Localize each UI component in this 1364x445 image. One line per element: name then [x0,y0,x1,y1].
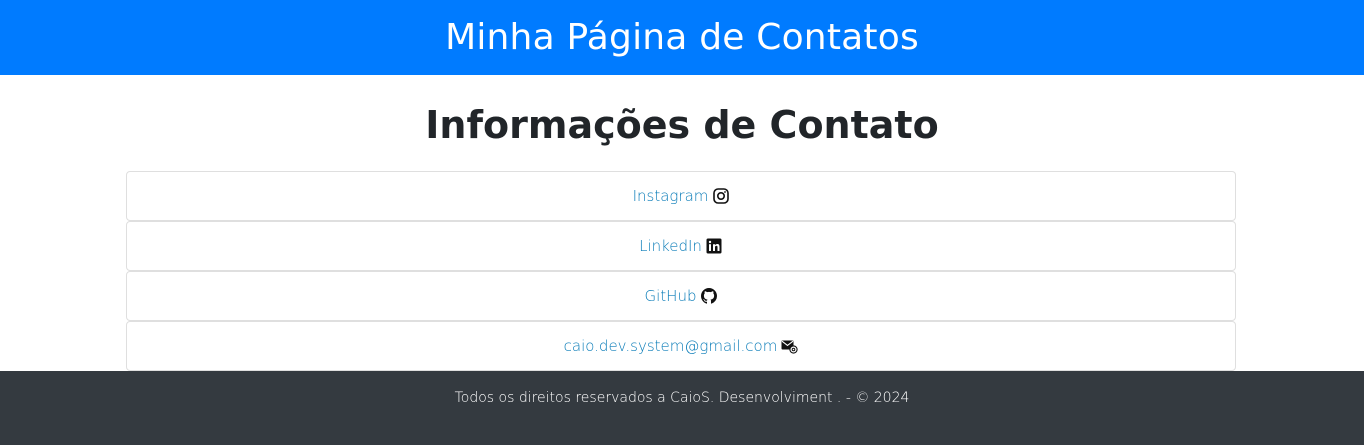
section-title: Informações de Contato [425,103,939,147]
email-icon[interactable] [781,338,798,355]
instagram-link[interactable]: Instagram [633,187,709,205]
list-item: LinkedIn [126,221,1236,271]
contact-list: Instagram LinkedIn GitHub caio.dev.syste… [126,171,1236,371]
linkedin-link[interactable]: LinkedIn [639,237,702,255]
github-link[interactable]: GitHub [645,287,697,305]
github-icon[interactable] [700,288,717,305]
page-footer: Todos os direitos reservados a CaioS. De… [0,371,1364,445]
page-header: Minha Página de Contatos [0,0,1364,75]
list-item: caio.dev.system@gmail.com [126,321,1236,371]
list-item: GitHub [126,271,1236,321]
page-title: Minha Página de Contatos [445,17,919,58]
email-link[interactable]: caio.dev.system@gmail.com [564,337,778,355]
list-item: Instagram [126,171,1236,221]
linkedin-icon[interactable] [706,238,723,255]
instagram-icon[interactable] [712,188,729,205]
footer-copyright: Todos os direitos reservados a CaioS. De… [454,390,910,406]
